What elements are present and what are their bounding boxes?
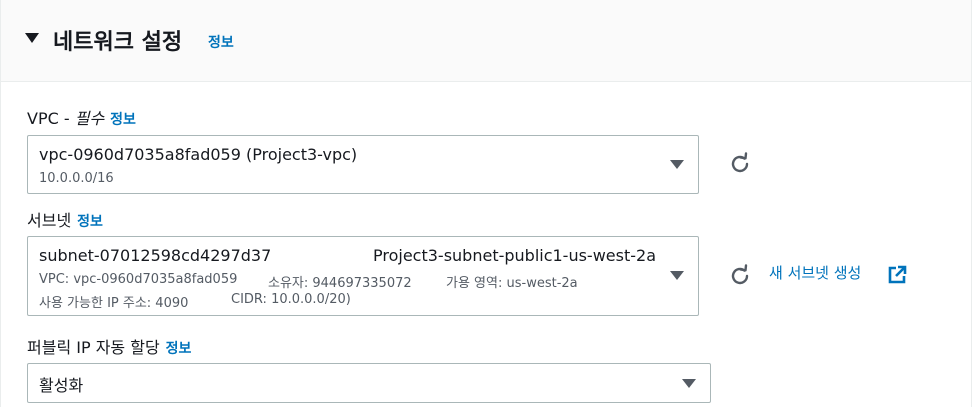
subnet-selected-id: subnet-07012598cd4297d37	[39, 246, 272, 265]
dropdown-triangle-icon	[670, 160, 684, 169]
dropdown-triangle-icon	[670, 271, 684, 280]
vpc-select[interactable]: vpc-0960d7035a8fad059 (Project3-vpc) 10.…	[27, 135, 699, 194]
vpc-cidr: 10.0.0.0/16	[39, 171, 114, 186]
subnet-label-text: 서브넷	[27, 211, 72, 230]
caret-down-icon[interactable]	[25, 33, 39, 43]
refresh-icon[interactable]	[727, 263, 753, 289]
vpc-label-text: VPC -	[27, 109, 75, 128]
subnet-selected-name: Project3-subnet-public1-us-west-2a	[373, 246, 656, 265]
vpc-required-text: 필수	[74, 109, 105, 128]
external-link-icon[interactable]	[887, 265, 907, 285]
subnet-detail-cidr: CIDR: 10.0.0.0/20)	[231, 292, 351, 307]
vpc-info-link[interactable]: 정보	[110, 112, 136, 128]
public-ip-selected-value: 활성화	[39, 376, 84, 395]
dropdown-triangle-icon	[682, 379, 696, 388]
subnet-info-link[interactable]: 정보	[77, 214, 103, 230]
create-subnet-link[interactable]: 새 서브넷 생성	[769, 262, 861, 283]
subnet-select[interactable]: subnet-07012598cd4297d37 Project3-subnet…	[27, 236, 699, 316]
subnet-detail-ips: 사용 가능한 IP 주소: 4090	[39, 296, 189, 311]
network-settings-panel: 네트워크 설정 정보 VPC - 필수 정보 vpc-0960d7035a8fad…	[0, 0, 972, 407]
subnet-detail-vpc: VPC: vpc-0960d7035a8fad059	[39, 272, 238, 287]
public-ip-select[interactable]: 활성화	[27, 363, 711, 403]
subnet-detail-az: 가용 영역: us-west-2a	[446, 276, 578, 291]
public-ip-label: 퍼블릭 IP 자동 할당 정보	[27, 334, 191, 358]
section-info-link[interactable]: 정보	[208, 32, 234, 52]
public-ip-info-link[interactable]: 정보	[166, 341, 192, 357]
public-ip-label-text: 퍼블릭 IP 자동 할당	[27, 338, 160, 357]
refresh-icon[interactable]	[727, 151, 753, 177]
vpc-label: VPC - 필수 정보	[27, 105, 136, 129]
section-header[interactable]: 네트워크 설정 정보	[1, 0, 971, 82]
vpc-selected-value: vpc-0960d7035a8fad059 (Project3-vpc)	[39, 145, 358, 164]
subnet-label: 서브넷 정보	[27, 207, 103, 231]
subnet-detail-owner: 소유자: 944697335072	[268, 276, 412, 291]
section-title: 네트워크 설정	[53, 30, 183, 55]
